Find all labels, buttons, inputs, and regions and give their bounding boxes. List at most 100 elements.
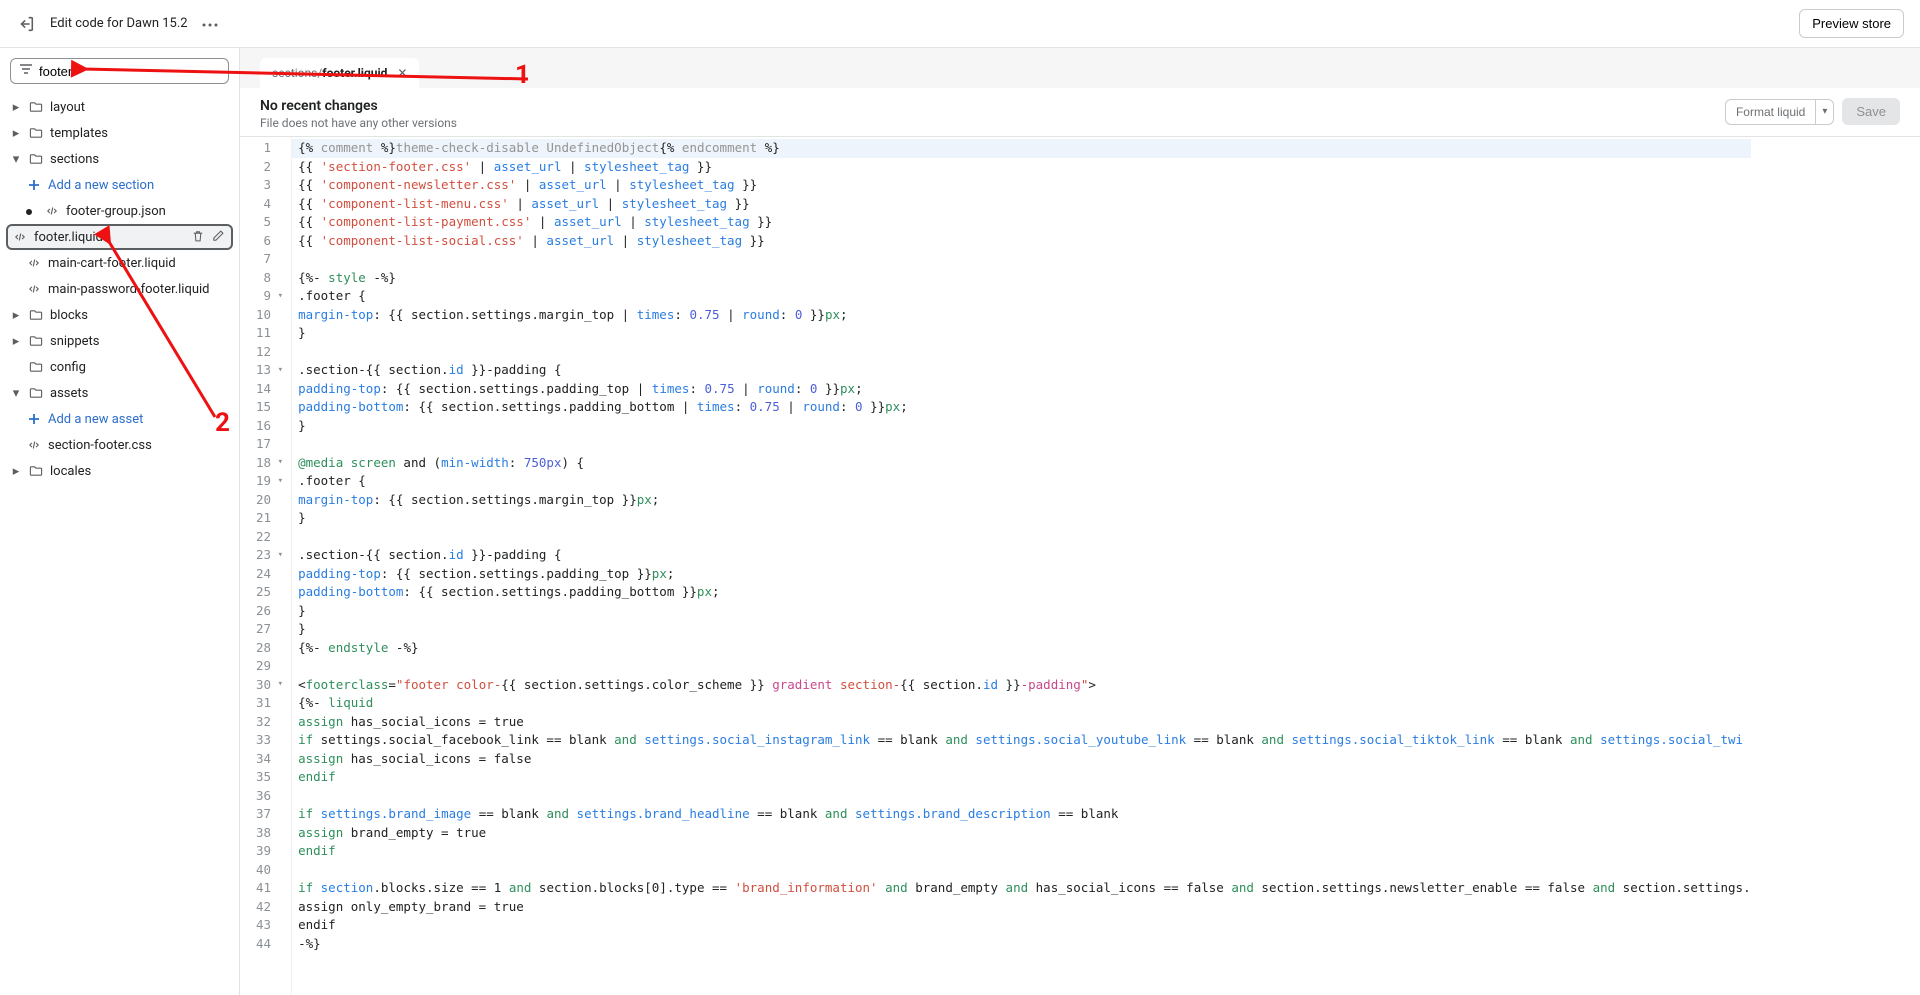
code-line[interactable]: } xyxy=(298,602,1751,621)
filter-files-input[interactable] xyxy=(39,64,220,79)
code-line[interactable]: if settings.social_facebook_link == blan… xyxy=(298,731,1751,750)
delete-icon[interactable] xyxy=(191,229,207,245)
filter-files-input-wrap[interactable] xyxy=(10,58,229,84)
line-number: 17 xyxy=(256,435,283,454)
folder-row[interactable]: ▸layout xyxy=(6,94,233,120)
code-line[interactable]: endif xyxy=(298,916,1751,935)
code-line[interactable]: padding-top: {{ section.settings.padding… xyxy=(298,380,1751,399)
more-icon[interactable] xyxy=(202,16,218,31)
close-tab-icon[interactable]: ✕ xyxy=(397,66,407,80)
rename-icon[interactable] xyxy=(211,229,227,245)
preview-store-button[interactable]: Preview store xyxy=(1799,9,1904,38)
code-line[interactable]: <footer class="footer color-{{ section.s… xyxy=(298,676,1751,695)
folder-row[interactable]: ▸locales xyxy=(6,458,233,484)
code-editor[interactable]: 123456789▾10111213▾1415161718▾19▾2021222… xyxy=(240,137,1920,995)
code-line[interactable]: @media screen and (min-width: 750px) { xyxy=(298,454,1751,473)
chevron-right-icon[interactable]: ▸ xyxy=(10,464,22,479)
tree-item-label: templates xyxy=(50,126,229,141)
code-line[interactable] xyxy=(298,435,1751,454)
tree-item-label: sections xyxy=(50,152,229,167)
code-line[interactable]: assign has_social_icons = false xyxy=(298,750,1751,769)
format-liquid-dropdown[interactable]: ▾ xyxy=(1816,99,1834,125)
folder-icon xyxy=(28,359,44,375)
code-line[interactable] xyxy=(298,343,1751,362)
line-number: 32 xyxy=(256,713,283,732)
tree-item-label: blocks xyxy=(50,308,229,323)
code-line[interactable]: } xyxy=(298,620,1751,639)
code-line[interactable]: {%- style -%} xyxy=(298,269,1751,288)
code-line[interactable]: {{ 'component-list-payment.css' | asset_… xyxy=(298,213,1751,232)
file-row[interactable]: footer-group.json xyxy=(6,198,233,224)
code-line[interactable]: {{ 'component-newsletter.css' | asset_ur… xyxy=(298,176,1751,195)
code-line[interactable]: } xyxy=(298,509,1751,528)
code-line[interactable]: endif xyxy=(298,842,1751,861)
code-line[interactable]: if section.blocks.size == 1 and section.… xyxy=(298,879,1751,898)
code-line[interactable] xyxy=(298,657,1751,676)
file-row[interactable]: main-password-footer.liquid xyxy=(6,276,233,302)
code-line[interactable]: .section-{{ section.id }}-padding { xyxy=(298,546,1751,565)
code-line[interactable]: {{ 'component-list-social.css' | asset_u… xyxy=(298,232,1751,251)
tree-item-label: assets xyxy=(50,386,229,401)
code-line[interactable] xyxy=(298,861,1751,880)
file-row[interactable]: section-footer.css xyxy=(6,432,233,458)
code-line[interactable]: assign only_empty_brand = true xyxy=(298,898,1751,917)
format-liquid-button[interactable]: Format liquid xyxy=(1725,99,1816,125)
plus-icon xyxy=(26,177,42,193)
save-button: Save xyxy=(1842,98,1900,125)
code-line[interactable] xyxy=(298,528,1751,547)
code-line[interactable]: padding-bottom: {{ section.settings.padd… xyxy=(298,583,1751,602)
code-line[interactable]: padding-bottom: {{ section.settings.padd… xyxy=(298,398,1751,417)
line-number: 30▾ xyxy=(256,676,283,695)
chevron-right-icon[interactable]: ▸ xyxy=(10,308,22,323)
folder-row[interactable]: ▾ assets xyxy=(6,380,233,406)
code-line[interactable]: {{ 'section-footer.css' | asset_url | st… xyxy=(298,158,1751,177)
code-line[interactable]: {{ 'component-list-menu.css' | asset_url… xyxy=(298,195,1751,214)
line-number: 18▾ xyxy=(256,454,283,473)
chevron-right-icon[interactable]: ▸ xyxy=(10,334,22,349)
add-link[interactable]: Add a new section xyxy=(6,172,233,198)
line-number: 44 xyxy=(256,935,283,954)
code-line[interactable]: .footer { xyxy=(298,287,1751,306)
folder-row[interactable]: ▸ templates xyxy=(6,120,233,146)
code-line[interactable]: } xyxy=(298,417,1751,436)
folder-row[interactable]: ▾ sections xyxy=(6,146,233,172)
code-line[interactable]: } xyxy=(298,324,1751,343)
chevron-right-icon[interactable]: ▸ xyxy=(10,126,22,141)
code-line[interactable]: endif xyxy=(298,768,1751,787)
code-file-icon xyxy=(26,437,42,453)
code-line[interactable]: {%- liquid xyxy=(298,694,1751,713)
code-line[interactable]: assign has_social_icons = true xyxy=(298,713,1751,732)
tree-item-label: Add a new asset xyxy=(48,412,229,427)
chevron-right-icon[interactable]: ▸ xyxy=(10,100,22,115)
folder-row[interactable]: ▸snippets xyxy=(6,328,233,354)
chevron-down-icon[interactable]: ▾ xyxy=(10,386,22,401)
folder-row[interactable]: config xyxy=(6,354,233,380)
editor-tab[interactable]: sections/footer.liquid ✕ xyxy=(260,58,419,88)
code-line[interactable]: padding-top: {{ section.settings.padding… xyxy=(298,565,1751,584)
code-line[interactable]: .footer { xyxy=(298,472,1751,491)
chevron-down-icon[interactable]: ▾ xyxy=(10,152,22,167)
folder-row[interactable]: ▸ blocks xyxy=(6,302,233,328)
editor-tabbar: sections/footer.liquid ✕ xyxy=(240,48,1920,88)
code-line[interactable]: -%} xyxy=(298,935,1751,954)
code-line[interactable]: {% comment %}theme-check-disable Undefin… xyxy=(292,139,1751,158)
file-row[interactable]: footer.liquid xyxy=(6,224,233,250)
file-row[interactable]: main-cart-footer.liquid xyxy=(6,250,233,276)
code-line[interactable] xyxy=(298,250,1751,269)
code-file-icon xyxy=(26,255,42,271)
tree-item-label: section-footer.css xyxy=(48,438,229,453)
add-link[interactable]: Add a new asset xyxy=(6,406,233,432)
exit-icon[interactable] xyxy=(16,14,36,34)
code-line[interactable] xyxy=(298,787,1751,806)
code-line[interactable]: {%- endstyle -%} xyxy=(298,639,1751,658)
recent-changes-sub: File does not have any other versions xyxy=(260,116,457,130)
line-number: 4 xyxy=(256,195,283,214)
code-line[interactable]: if settings.brand_image == blank and set… xyxy=(298,805,1751,824)
code-line[interactable]: assign brand_empty = true xyxy=(298,824,1751,843)
line-number: 40 xyxy=(256,861,283,880)
code-line[interactable]: margin-top: {{ section.settings.margin_t… xyxy=(298,306,1751,325)
code-line[interactable]: .section-{{ section.id }}-padding { xyxy=(298,361,1751,380)
code-line[interactable]: margin-top: {{ section.settings.margin_t… xyxy=(298,491,1751,510)
unsaved-dot-icon xyxy=(26,209,32,215)
line-number: 14 xyxy=(256,380,283,399)
